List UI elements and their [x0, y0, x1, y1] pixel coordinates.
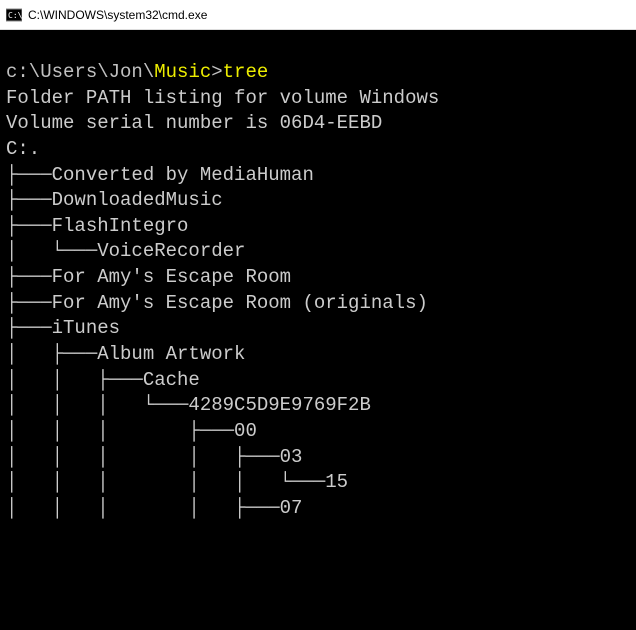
output-root: C:. [6, 138, 40, 160]
tree-line: │ └───VoiceRecorder [6, 240, 245, 262]
tree-line: ├───FlashIntegro [6, 215, 188, 237]
cmd-icon: C:\ [6, 7, 22, 23]
svg-text:C:\: C:\ [8, 11, 22, 20]
prompt-command: tree [223, 61, 269, 83]
prompt-dir: Music [154, 61, 211, 83]
tree-line: │ │ ├───Cache [6, 369, 200, 391]
tree-line: ├───For Amy's Escape Room (originals) [6, 292, 428, 314]
tree-line: ├───DownloadedMusic [6, 189, 223, 211]
prompt-arrow: > [211, 61, 222, 83]
tree-line: │ │ │ └───4289C5D9E9769F2B [6, 394, 371, 416]
tree-line: │ │ │ ├───00 [6, 420, 257, 442]
terminal-output[interactable]: c:\Users\Jon\Music>tree Folder PATH list… [0, 30, 636, 630]
window-title: C:\WINDOWS\system32\cmd.exe [28, 8, 207, 22]
output-line: Folder PATH listing for volume Windows [6, 87, 439, 109]
tree-line: ├───iTunes [6, 317, 120, 339]
tree-line: ├───For Amy's Escape Room [6, 266, 291, 288]
tree-line: │ │ │ │ ├───03 [6, 446, 302, 468]
tree-line: │ ├───Album Artwork [6, 343, 245, 365]
tree-line: │ │ │ │ │ └───15 [6, 471, 348, 493]
tree-line: ├───Converted by MediaHuman [6, 164, 314, 186]
window-titlebar[interactable]: C:\ C:\WINDOWS\system32\cmd.exe [0, 0, 636, 30]
output-line: Volume serial number is 06D4-EEBD [6, 112, 382, 134]
tree-line: │ │ │ │ ├───07 [6, 497, 302, 519]
prompt-path: c:\Users\Jon\ [6, 61, 154, 83]
